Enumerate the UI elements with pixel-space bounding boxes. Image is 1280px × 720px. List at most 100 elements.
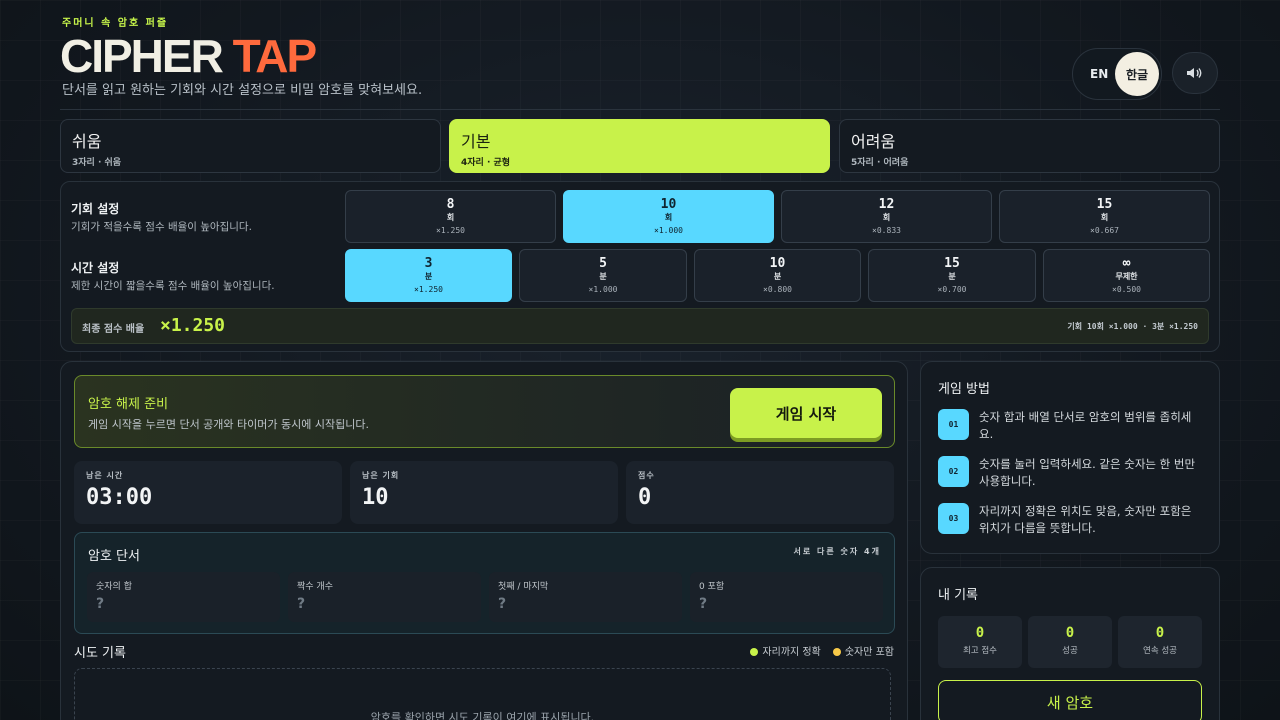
option-value: 10 [769,256,786,271]
difficulty-easy[interactable]: 쉬움 3자리 · 쉬움 [60,119,441,173]
time-option-15[interactable]: 15 분 ×0.700 [868,249,1036,302]
option-value: 12 [878,197,895,212]
logo: CIPHER TAP [60,30,318,82]
chances-option-12[interactable]: 12 회 ×0.833 [781,190,992,243]
difficulty-selector: 쉬움 3자리 · 쉬움 기본 4자리 · 균형 어려움 5자리 · 어려움 [60,119,1220,173]
header: 주머니 속 암호 퍼즐 CIPHER TAP 단서를 읽고 원하는 기회와 시간… [60,0,1220,110]
difficulty-sub: 3자리 · 쉬움 [72,158,122,168]
option-value: 10 [660,197,677,212]
stat-time-left: 남은 시간 03:00 [74,461,342,524]
legend-exact-label: 자리까지 정확 [762,647,821,658]
option-multiplier: ×1.000 [588,285,618,294]
clue-value: ? [498,596,507,612]
step-text: 숫자 합과 배열 단서로 암호의 범위를 좁히세요. [979,410,1192,441]
difficulty-title: 기본 [461,132,491,151]
clues-panel: 암호 단서 서로 다른 숫자 4개 숫자의 합 ? 짝수 개수 ? 첫째 / 마… [74,532,895,634]
record-success: 0 성공 [1028,616,1112,668]
ready-desc: 게임 시작을 누르면 단서 공개와 타이머가 동시에 시작됩니다. [88,418,369,431]
clues-title: 암호 단서 [88,549,140,564]
new-cipher-button[interactable]: 새 암호 [938,680,1202,720]
time-title: 시간 설정 [71,261,120,275]
sound-button[interactable] [1172,52,1218,94]
chances-setting-label: 기회 설정 기회가 적을수록 점수 배율이 높아집니다. [71,200,252,234]
clues-note: 서로 다른 숫자 4개 [793,547,881,556]
how-title: 게임 방법 [938,382,990,397]
history-legend: 자리까지 정확 숫자만 포함 [750,643,894,658]
logo-word-cipher: CIPHER [60,30,224,82]
kicker: 주머니 속 암호 퍼즐 [62,18,169,29]
speaker-icon [1187,68,1202,78]
record-label: 최고 점수 [963,646,997,656]
option-multiplier: ×1.000 [654,226,683,235]
how-to-play-panel: 게임 방법 01 숫자 합과 배열 단서로 암호의 범위를 좁히세요. 02 숫… [920,361,1220,554]
option-multiplier: ×1.250 [414,285,443,294]
time-option-10[interactable]: 10 분 ×0.800 [694,249,861,302]
final-multiplier-summary: 기회 10회 ×1.000 · 3분 ×1.250 [1067,322,1198,331]
game-panel: 암호 해제 준비 게임 시작을 누르면 단서 공개와 타이머가 동시에 시작됩니… [60,361,908,720]
option-multiplier: ×0.700 [937,285,967,294]
logo-word-tap: TAP [232,30,318,82]
time-option-5[interactable]: 5 분 ×1.000 [519,249,687,302]
stat-label: 점수 [638,471,655,480]
chances-option-15[interactable]: 15 회 ×0.667 [999,190,1210,243]
option-value: 15 [944,256,960,271]
record-best-score: 0 최고 점수 [938,616,1022,668]
ready-title: 암호 해제 준비 [88,397,169,412]
option-unit: 회 [882,213,891,222]
difficulty-sub: 5자리 · 어려움 [851,158,909,168]
records-title: 내 기록 [938,588,979,603]
step-text: 자리까지 정확은 위치도 맞음, 숫자만 포함은 위치가 다름을 뜻합니다. [979,504,1192,535]
record-label: 성공 [1062,646,1078,656]
option-unit: 회 [664,213,673,222]
chances-title: 기회 설정 [71,202,120,216]
option-unit: 분 [773,272,782,281]
option-multiplier: ×1.250 [436,226,465,235]
start-game-button[interactable]: 게임 시작 [730,388,882,438]
legend-exact: 자리까지 정확 [750,643,821,658]
time-option-unlimited[interactable]: ∞ 무제한 ×0.500 [1043,249,1210,302]
language-toggle[interactable]: EN 한글 [1072,48,1162,100]
clue-card: 숫자의 합 ? [87,572,280,622]
stat-value: 03:00 [86,485,153,510]
stat-score: 점수 0 [626,461,894,524]
clue-value: ? [96,596,105,612]
stat-label: 남은 기회 [362,471,400,480]
option-multiplier: ×0.667 [1090,226,1119,235]
time-desc: 제한 시간이 짧을수록 점수 배율이 높아집니다. [71,280,275,292]
lang-ko-option[interactable]: 한글 [1115,52,1159,96]
lang-en-option[interactable]: EN [1090,67,1108,81]
option-multiplier: ×0.500 [1112,285,1141,294]
history-title: 시도 기록 [74,646,126,661]
clue-label: 짝수 개수 [297,582,333,592]
step-number-badge: 03 [938,503,969,534]
time-setting-label: 시간 설정 제한 시간이 짧을수록 점수 배율이 높아집니다. [71,259,275,293]
record-value: 0 [1065,625,1075,641]
chances-option-10[interactable]: 10 회 ×1.000 [563,190,774,243]
stat-value: 10 [362,485,389,510]
difficulty-normal[interactable]: 기본 4자리 · 균형 [449,119,830,173]
option-unit: 분 [424,272,433,281]
option-multiplier: ×0.800 [763,285,792,294]
settings-panel: 기회 설정 기회가 적을수록 점수 배율이 높아집니다. 8 회 ×1.250 … [60,181,1220,352]
app: 주머니 속 암호 퍼즐 CIPHER TAP 단서를 읽고 원하는 기회와 시간… [60,0,1220,720]
legend-partial-label: 숫자만 포함 [844,647,894,658]
records-panel: 내 기록 0 최고 점수 0 성공 0 연속 성공 새 암호 [920,567,1220,720]
option-value: 8 [446,197,455,212]
step-number-badge: 02 [938,456,969,487]
chances-option-8[interactable]: 8 회 ×1.250 [345,190,556,243]
difficulty-hard[interactable]: 어려움 5자리 · 어려움 [839,119,1220,173]
history-list: 암호를 확인하면 시도 기록이 여기에 표시됩니다. [74,668,891,720]
clue-label: 숫자의 합 [96,582,132,592]
option-value: 3 [424,256,433,271]
clue-value: ? [699,596,708,612]
time-option-3[interactable]: 3 분 ×1.250 [345,249,512,302]
clue-label: 첫째 / 마지막 [498,582,549,592]
option-unit: 분 [599,272,607,281]
subtitle: 단서를 읽고 원하는 기회와 시간 설정으로 비밀 암호를 맞혀보세요. [62,83,423,98]
ready-banner: 암호 해제 준비 게임 시작을 누르면 단서 공개와 타이머가 동시에 시작됩니… [74,375,895,448]
stat-chances-left: 남은 기회 10 [350,461,618,524]
clue-label: 0 포함 [699,582,725,592]
partial-dot-icon [832,648,841,656]
chances-desc: 기회가 적을수록 점수 배율이 높아집니다. [71,221,252,233]
step-text: 숫자를 눌러 입력하세요. 같은 숫자는 한 번만 사용합니다. [979,457,1196,488]
